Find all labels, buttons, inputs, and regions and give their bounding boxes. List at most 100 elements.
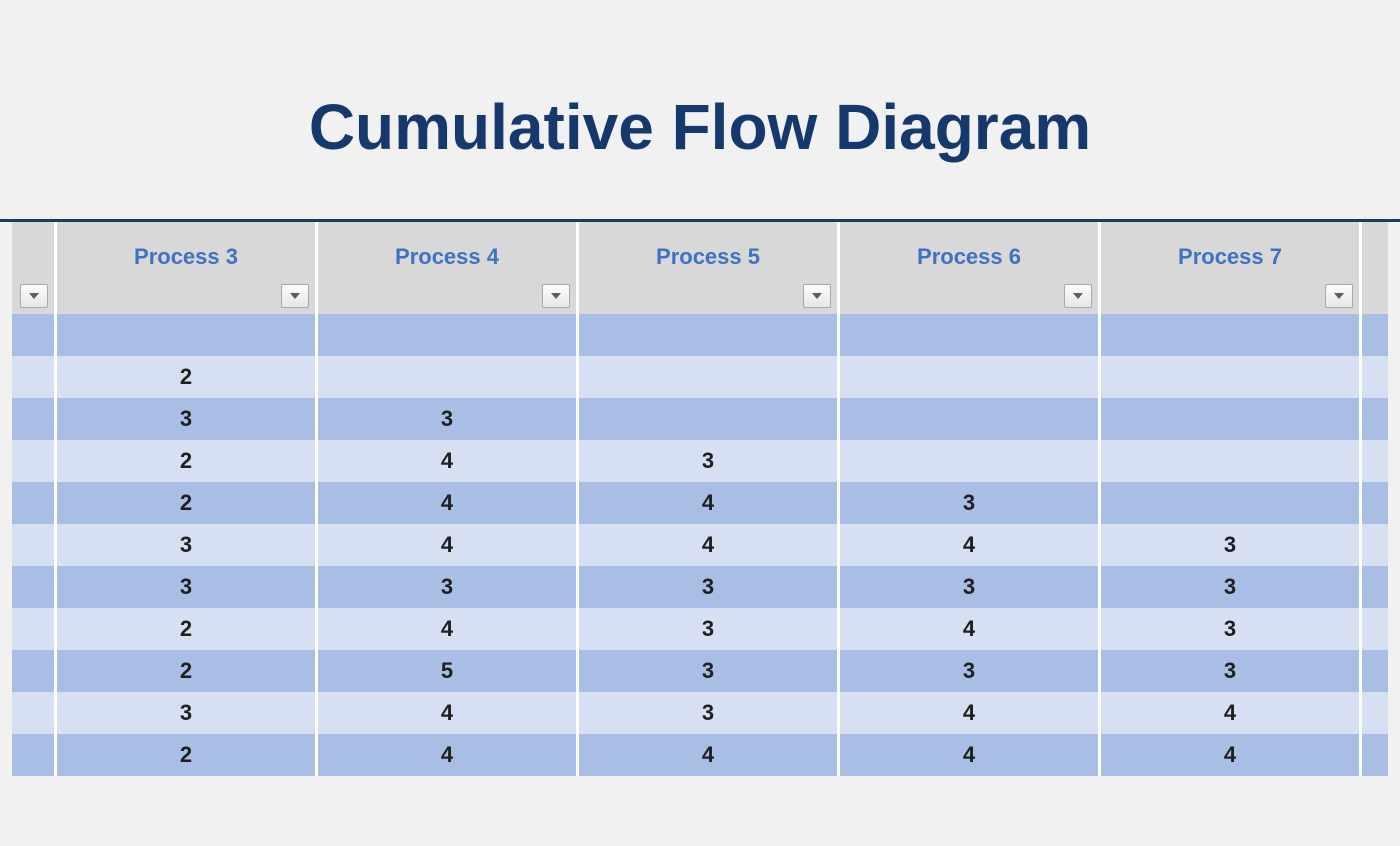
cell-process-6[interactable]: 4 — [839, 692, 1100, 734]
cell-process-5[interactable]: 3 — [578, 440, 839, 482]
cell-process-3[interactable]: 2 — [56, 650, 317, 692]
cell-process-6[interactable] — [839, 314, 1100, 356]
column-header-process-5: Process 5 — [578, 222, 839, 314]
cell-process-3[interactable]: 2 — [56, 734, 317, 776]
filter-button-process-3[interactable] — [281, 284, 309, 308]
column-header-trail — [1361, 222, 1389, 314]
cell-process-6[interactable] — [839, 440, 1100, 482]
cell-process-4[interactable] — [317, 356, 578, 398]
cell-process-7[interactable] — [1100, 356, 1361, 398]
cell-process-5[interactable]: 3 — [578, 566, 839, 608]
cell-process-4[interactable]: 3 — [317, 398, 578, 440]
cell-trail[interactable] — [1361, 650, 1389, 692]
cell-process-7[interactable]: 3 — [1100, 566, 1361, 608]
cell-lead[interactable] — [12, 356, 56, 398]
cell-trail[interactable] — [1361, 482, 1389, 524]
cell-process-5[interactable] — [578, 314, 839, 356]
cell-process-3[interactable] — [56, 314, 317, 356]
cell-process-7[interactable] — [1100, 314, 1361, 356]
filter-button-process-7[interactable] — [1325, 284, 1353, 308]
cell-process-3[interactable]: 2 — [56, 440, 317, 482]
filter-button-process-6[interactable] — [1064, 284, 1092, 308]
cell-process-3[interactable]: 2 — [56, 356, 317, 398]
cell-process-7[interactable]: 4 — [1100, 692, 1361, 734]
cell-process-5[interactable]: 4 — [578, 524, 839, 566]
cell-process-5[interactable]: 3 — [578, 650, 839, 692]
column-header-process-3: Process 3 — [56, 222, 317, 314]
column-header-process-4: Process 4 — [317, 222, 578, 314]
cell-trail[interactable] — [1361, 734, 1389, 776]
cell-process-6[interactable] — [839, 356, 1100, 398]
cell-process-4[interactable]: 4 — [317, 734, 578, 776]
cell-process-5[interactable]: 3 — [578, 692, 839, 734]
table-row: 34443 — [12, 524, 1388, 566]
cell-process-6[interactable] — [839, 398, 1100, 440]
cell-process-6[interactable]: 4 — [839, 608, 1100, 650]
table-row: 2443 — [12, 482, 1388, 524]
table-row: 24343 — [12, 608, 1388, 650]
cell-process-5[interactable] — [578, 356, 839, 398]
cell-process-6[interactable]: 3 — [839, 566, 1100, 608]
table-row: 25333 — [12, 650, 1388, 692]
column-header-lead — [12, 222, 56, 314]
column-label: Process 3 — [57, 222, 315, 270]
cell-process-6[interactable]: 3 — [839, 482, 1100, 524]
cell-process-7[interactable]: 3 — [1100, 650, 1361, 692]
cell-process-3[interactable]: 3 — [56, 398, 317, 440]
cell-process-5[interactable] — [578, 398, 839, 440]
cell-process-7[interactable]: 3 — [1100, 524, 1361, 566]
cell-lead[interactable] — [12, 566, 56, 608]
cell-lead[interactable] — [12, 524, 56, 566]
cell-lead[interactable] — [12, 314, 56, 356]
cell-process-3[interactable]: 2 — [56, 608, 317, 650]
cell-process-5[interactable]: 4 — [578, 482, 839, 524]
filter-button-lead[interactable] — [20, 284, 48, 308]
cell-trail[interactable] — [1361, 692, 1389, 734]
cell-trail[interactable] — [1361, 356, 1389, 398]
cell-process-4[interactable]: 3 — [317, 566, 578, 608]
column-label: Process 6 — [840, 222, 1098, 270]
cell-lead[interactable] — [12, 440, 56, 482]
cell-process-3[interactable]: 3 — [56, 524, 317, 566]
table-row: 33333 — [12, 566, 1388, 608]
cell-process-3[interactable]: 3 — [56, 566, 317, 608]
cell-process-4[interactable]: 4 — [317, 608, 578, 650]
cell-trail[interactable] — [1361, 314, 1389, 356]
cell-process-4[interactable] — [317, 314, 578, 356]
cell-process-5[interactable]: 4 — [578, 734, 839, 776]
cell-process-3[interactable]: 2 — [56, 482, 317, 524]
filter-button-process-4[interactable] — [542, 284, 570, 308]
cell-process-4[interactable]: 4 — [317, 692, 578, 734]
cell-process-4[interactable]: 4 — [317, 524, 578, 566]
cell-process-7[interactable]: 4 — [1100, 734, 1361, 776]
cell-trail[interactable] — [1361, 398, 1389, 440]
cell-process-6[interactable]: 4 — [839, 524, 1100, 566]
cell-lead[interactable] — [12, 398, 56, 440]
cell-process-7[interactable] — [1100, 398, 1361, 440]
cell-process-4[interactable]: 4 — [317, 482, 578, 524]
cell-process-7[interactable]: 3 — [1100, 608, 1361, 650]
cell-process-7[interactable] — [1100, 482, 1361, 524]
cell-trail[interactable] — [1361, 524, 1389, 566]
cell-trail[interactable] — [1361, 566, 1389, 608]
cell-trail[interactable] — [1361, 608, 1389, 650]
page-title: Cumulative Flow Diagram — [0, 90, 1400, 164]
table-row: 33 — [12, 398, 1388, 440]
cell-lead[interactable] — [12, 692, 56, 734]
table-row: 34344 — [12, 692, 1388, 734]
filter-button-process-5[interactable] — [803, 284, 831, 308]
cell-process-7[interactable] — [1100, 440, 1361, 482]
cell-lead[interactable] — [12, 482, 56, 524]
cell-trail[interactable] — [1361, 440, 1389, 482]
table-row — [12, 314, 1388, 356]
cell-process-6[interactable]: 4 — [839, 734, 1100, 776]
cell-process-4[interactable]: 4 — [317, 440, 578, 482]
cell-process-4[interactable]: 5 — [317, 650, 578, 692]
cell-lead[interactable] — [12, 734, 56, 776]
cell-process-3[interactable]: 3 — [56, 692, 317, 734]
cell-process-6[interactable]: 3 — [839, 650, 1100, 692]
cell-process-5[interactable]: 3 — [578, 608, 839, 650]
cell-lead[interactable] — [12, 608, 56, 650]
column-label: Process 7 — [1101, 222, 1359, 270]
cell-lead[interactable] — [12, 650, 56, 692]
